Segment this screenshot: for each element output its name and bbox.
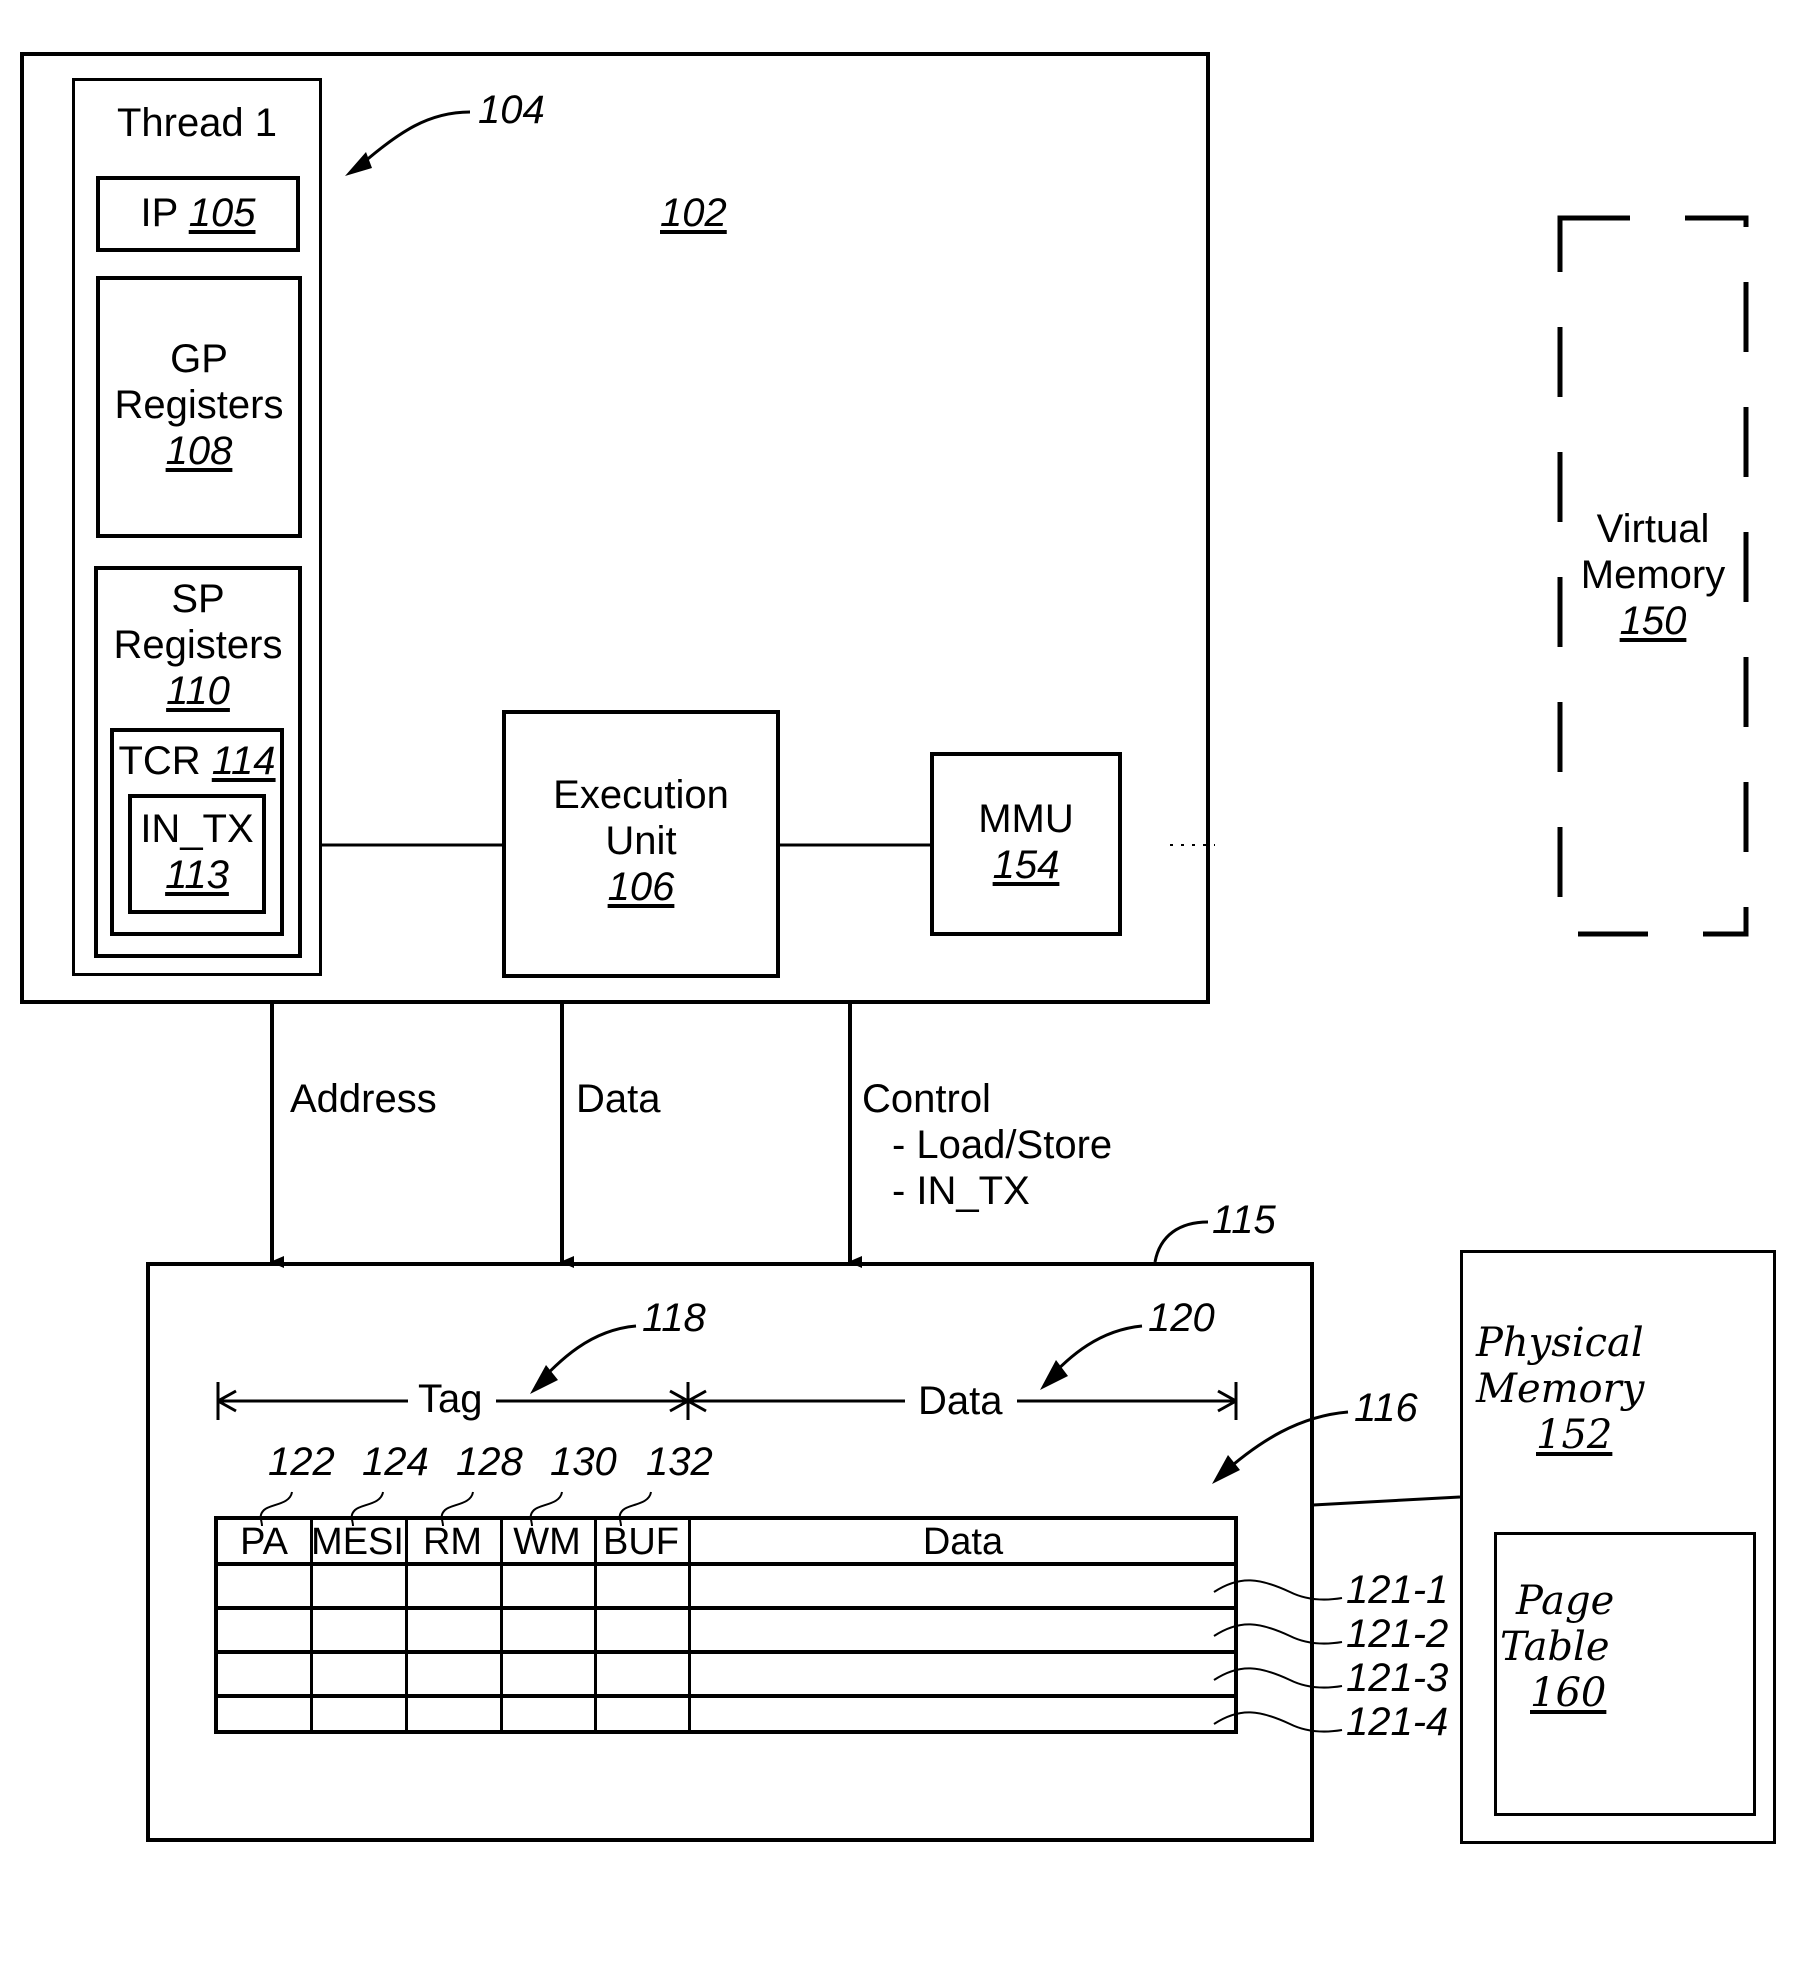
cache-line-ref: 121-4: [1346, 1700, 1449, 1744]
column-ref: 128: [456, 1440, 523, 1484]
cache-line-ref: 121-3: [1346, 1656, 1449, 1700]
data-section-label: Data: [918, 1379, 1003, 1423]
cache-physmem-link: [1312, 1495, 1461, 1507]
tag-ref: 118: [642, 1296, 706, 1340]
thread-title: Thread 1: [116, 101, 278, 145]
gp-registers-label: GP Registers 108: [114, 337, 284, 473]
column-header-wm: WM: [513, 1521, 581, 1563]
tcr-label: TCR 114: [118, 739, 276, 783]
mmu-label: MMU 154: [978, 797, 1074, 887]
column-header-buf: BUF: [603, 1521, 679, 1563]
in-tx-label: IN_TX 113: [140, 807, 254, 897]
processor-ref: 102: [660, 191, 727, 235]
cache-table: PA MESI RM WM BUF Data: [214, 1516, 1238, 1734]
column-ref: 130: [550, 1440, 617, 1484]
execution-unit-label: Execution Unit 106: [553, 773, 729, 909]
leader-115: [1153, 1220, 1209, 1263]
cache-line-ref: 121-1: [1346, 1568, 1449, 1612]
tag-label: Tag: [418, 1377, 483, 1421]
address-bus-label: Address: [290, 1077, 437, 1121]
column-header-rm: RM: [422, 1521, 483, 1563]
control-bus-label: Control - Load/Store - IN_TX: [862, 1077, 1113, 1213]
data-section-ref: 120: [1148, 1296, 1215, 1340]
page-table-label: Page Table 160: [1500, 1578, 1615, 1716]
column-header-data: Data: [922, 1521, 1004, 1563]
cache-ref: 115: [1212, 1198, 1276, 1242]
column-header-pa: PA: [240, 1521, 288, 1563]
physical-memory-label: Physical Memory 152: [1476, 1320, 1645, 1458]
column-header-mesi: MESI: [311, 1521, 404, 1563]
column-ref: 132: [646, 1440, 713, 1484]
column-ref: 122: [268, 1440, 335, 1484]
thread-pointer-ref: 104: [478, 88, 545, 132]
cache-lines-ref: 116: [1354, 1386, 1418, 1430]
sp-registers-label: SP Registers 110: [113, 577, 283, 713]
column-ref: 124: [362, 1440, 429, 1484]
data-bus-label: Data: [576, 1077, 661, 1121]
virtual-memory-label: Virtual Memory 150: [1580, 507, 1726, 643]
ip-label: IP 105: [140, 191, 256, 235]
cache-line-ref: 121-2: [1346, 1612, 1449, 1656]
